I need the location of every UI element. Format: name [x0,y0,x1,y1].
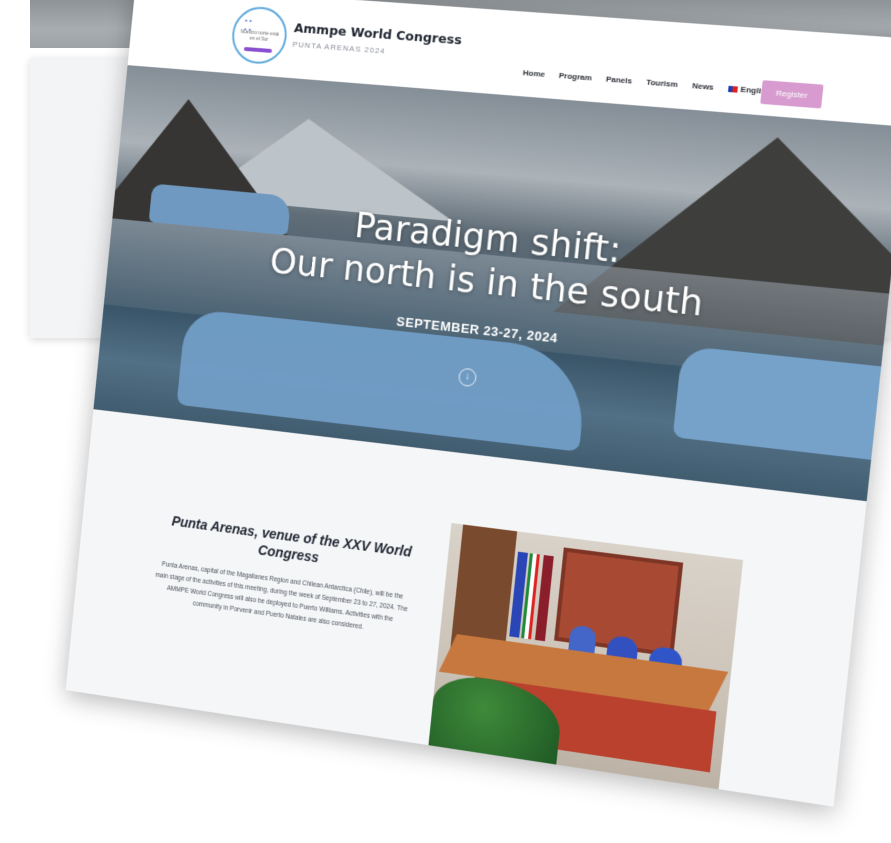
hero-banner: Paradigm shift: Our north is in the sout… [93,65,891,502]
us-flag-icon [727,85,738,93]
logo-bar [243,46,273,53]
nav-tourism[interactable]: Tourism [646,78,679,90]
website-page: •• •• Nuestro norte está en el Sur Ammpe … [65,0,891,807]
nav-news[interactable]: News [692,81,714,92]
nav-panels[interactable]: Panels [605,74,632,85]
nav-home[interactable]: Home [522,68,545,79]
main-nav: Home Program Panels Tourism News English… [522,68,780,97]
nav-program[interactable]: Program [558,71,592,83]
logo-tagline: Nuestro norte está en el Sur [240,29,280,43]
register-button[interactable]: Register [760,80,824,109]
conference-photo [428,523,744,790]
congress-logo[interactable]: •• •• Nuestro norte está en el Sur [229,5,290,66]
brand-subtitle: PUNTA ARENAS 2024 [292,39,386,56]
